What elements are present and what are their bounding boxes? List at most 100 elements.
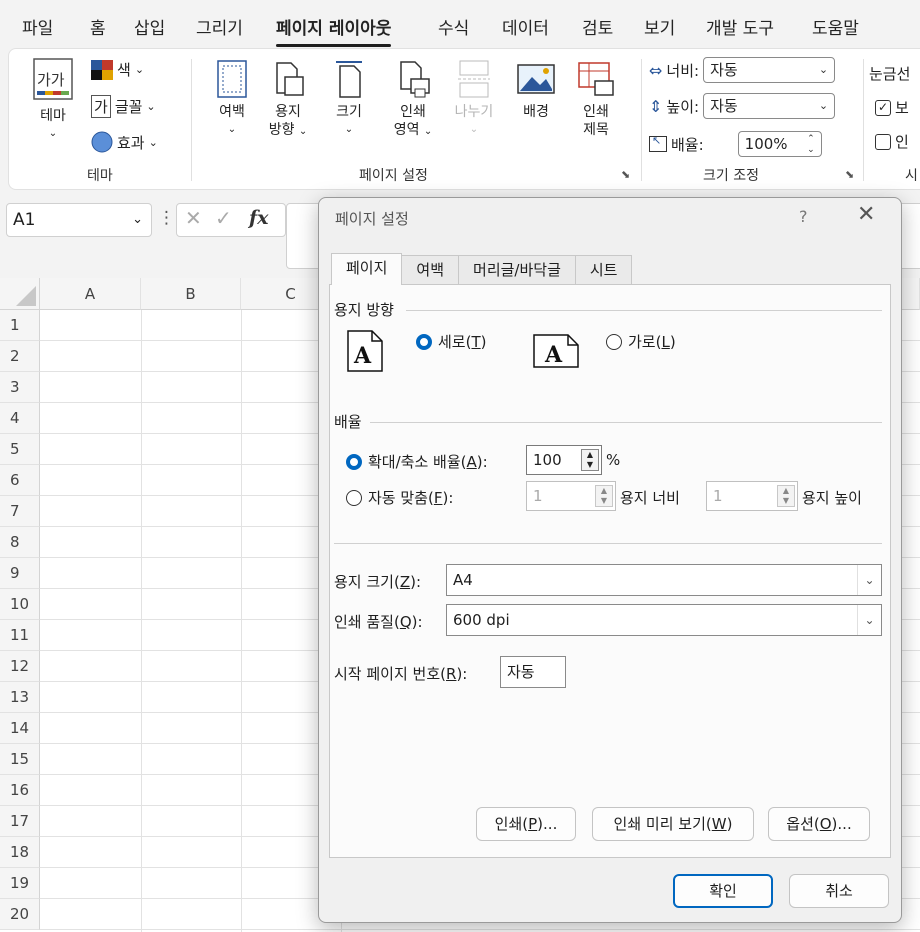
- fonts-button[interactable]: 가 글꼴 ⌄: [91, 95, 156, 118]
- row-header[interactable]: 16: [0, 775, 40, 806]
- chevron-down-icon: ⌄: [818, 63, 829, 76]
- gridlines-label: 눈금선: [869, 65, 911, 83]
- margins-button[interactable]: 여백 ⌄: [209, 59, 255, 139]
- checkbox-unchecked-icon: [875, 133, 891, 150]
- group-separator: [641, 59, 642, 181]
- scale-height-row: ⇕ 높이: 자동 ⌄: [649, 93, 836, 119]
- name-box[interactable]: A1 ⌄: [6, 203, 152, 237]
- column-header[interactable]: B: [141, 278, 241, 310]
- close-icon[interactable]: ✕: [857, 202, 875, 227]
- row-header[interactable]: 12: [0, 651, 40, 682]
- row-header[interactable]: 3: [0, 372, 40, 403]
- menu-draw[interactable]: 그리기: [196, 14, 243, 39]
- menu-insert[interactable]: 삽입: [134, 14, 165, 39]
- tab-sheet[interactable]: 시트: [574, 255, 633, 285]
- adjust-to-spinner[interactable]: 100 ▲ ▼: [526, 445, 602, 475]
- fit-tall-spinner[interactable]: 1 ▲ ▼: [706, 481, 798, 511]
- row-header[interactable]: 15: [0, 744, 40, 775]
- row-header[interactable]: 9: [0, 558, 40, 589]
- print-titles-icon: [578, 62, 614, 96]
- chevron-down-icon: ⌄: [298, 126, 308, 137]
- size-button[interactable]: 크기 ⌄: [327, 59, 371, 139]
- confirm-icon[interactable]: ✓: [215, 206, 232, 230]
- breaks-icon: [458, 60, 490, 98]
- portrait-page-icon: A: [347, 330, 383, 372]
- menu-formulas[interactable]: 수식: [438, 14, 469, 39]
- tab-page[interactable]: 페이지: [331, 253, 403, 285]
- portrait-radio[interactable]: 세로(T): [416, 331, 487, 352]
- more-options-icon[interactable]: ⋮: [158, 208, 175, 228]
- tab-header-footer[interactable]: 머리글/바닥글: [458, 255, 576, 285]
- radio-selected-icon: [346, 453, 362, 470]
- row-header[interactable]: 2: [0, 341, 40, 372]
- row-header[interactable]: 19: [0, 868, 40, 899]
- spin-arrows-icon[interactable]: ▲ ▼: [581, 449, 599, 471]
- scale-launcher-icon[interactable]: ⬊: [845, 168, 854, 181]
- row-header[interactable]: 11: [0, 620, 40, 651]
- page-tab-panel: 용지 방향 A 세로(T) A 가로(L) 배율 확대/축소 배율(A): 10: [329, 284, 891, 858]
- dialog-title: 페이지 설정: [335, 210, 409, 228]
- fit-to-radio[interactable]: 자동 맞춤(F):: [346, 487, 453, 508]
- group-separator: [191, 59, 192, 181]
- row-header[interactable]: 17: [0, 806, 40, 837]
- scale-width-select[interactable]: 자동 ⌄: [703, 57, 836, 83]
- colors-button[interactable]: 색 ⌄: [91, 59, 144, 80]
- first-page-number-input[interactable]: 자동: [500, 656, 566, 688]
- print-area-button[interactable]: 인쇄 영역 ⌄: [389, 59, 437, 141]
- row-header[interactable]: 5: [0, 434, 40, 465]
- column-header[interactable]: A: [40, 278, 141, 310]
- cancel-icon[interactable]: ✕: [185, 206, 202, 230]
- gridlines-view-checkbox[interactable]: ✓ 보: [875, 97, 909, 118]
- print-button[interactable]: 인쇄(P)...: [476, 807, 576, 841]
- row-header[interactable]: 18: [0, 837, 40, 868]
- row-header[interactable]: 14: [0, 713, 40, 744]
- chevron-down-icon: ⌄: [132, 212, 143, 227]
- row-header[interactable]: 1: [0, 310, 40, 341]
- gridlines-print-checkbox[interactable]: 인: [875, 131, 909, 152]
- paper-size-select[interactable]: A4 ⌄: [446, 564, 882, 596]
- help-button[interactable]: ?: [799, 207, 808, 226]
- select-all-corner[interactable]: [0, 278, 40, 310]
- paper-size-label: 용지 크기(Z):: [334, 573, 422, 591]
- row-header[interactable]: 13: [0, 682, 40, 713]
- tab-margins[interactable]: 여백: [401, 255, 460, 285]
- effects-button[interactable]: 효과 ⌄: [91, 131, 158, 153]
- breaks-button[interactable]: 나누기 ⌄: [449, 59, 499, 139]
- background-button[interactable]: 배경: [511, 59, 561, 121]
- menu-developer[interactable]: 개발 도구: [706, 14, 774, 39]
- menu-file[interactable]: 파일: [22, 14, 53, 39]
- chevron-down-icon: ⌄: [469, 124, 479, 135]
- scale-percent-spinner[interactable]: 100% ⌃ ⌄: [737, 131, 822, 157]
- insert-function-icon[interactable]: fx: [249, 207, 269, 229]
- fit-wide-spinner[interactable]: 1 ▲ ▼: [526, 481, 616, 511]
- menu-review[interactable]: 검토: [582, 14, 613, 39]
- row-header[interactable]: 7: [0, 496, 40, 527]
- landscape-radio[interactable]: 가로(L): [606, 331, 676, 352]
- orientation-button[interactable]: 용지 방향 ⌄: [265, 59, 311, 141]
- row-header[interactable]: 6: [0, 465, 40, 496]
- page-setup-launcher-icon[interactable]: ⬊: [621, 168, 630, 181]
- spin-arrows-icon[interactable]: ▲ ▼: [777, 485, 795, 507]
- effects-icon: [91, 131, 113, 153]
- adjust-to-radio[interactable]: 확대/축소 배율(A):: [346, 451, 488, 472]
- print-quality-select[interactable]: 600 dpi ⌄: [446, 604, 882, 636]
- cancel-button[interactable]: 취소: [789, 874, 889, 908]
- options-button[interactable]: 옵션(O)...: [768, 807, 870, 841]
- ok-button[interactable]: 확인: [673, 874, 773, 908]
- landscape-page-icon: A: [533, 334, 579, 368]
- row-header[interactable]: 20: [0, 899, 40, 930]
- menu-home[interactable]: 홈: [90, 14, 106, 39]
- print-titles-button[interactable]: 인쇄 제목: [571, 59, 621, 139]
- print-preview-button[interactable]: 인쇄 미리 보기(W): [592, 807, 754, 841]
- menu-page-layout[interactable]: 페이지 레이아웃: [276, 14, 392, 47]
- spin-arrows-icon[interactable]: ▲ ▼: [595, 485, 613, 507]
- menu-data[interactable]: 데이터: [502, 14, 549, 39]
- row-header[interactable]: 8: [0, 527, 40, 558]
- scale-height-select[interactable]: 자동 ⌄: [703, 93, 836, 119]
- themes-icon: 가가: [33, 58, 73, 100]
- row-header[interactable]: 4: [0, 403, 40, 434]
- themes-button[interactable]: 가가 테마 ⌄: [29, 57, 77, 143]
- menu-help[interactable]: 도움말: [812, 14, 859, 39]
- row-header[interactable]: 10: [0, 589, 40, 620]
- menu-view[interactable]: 보기: [644, 14, 675, 39]
